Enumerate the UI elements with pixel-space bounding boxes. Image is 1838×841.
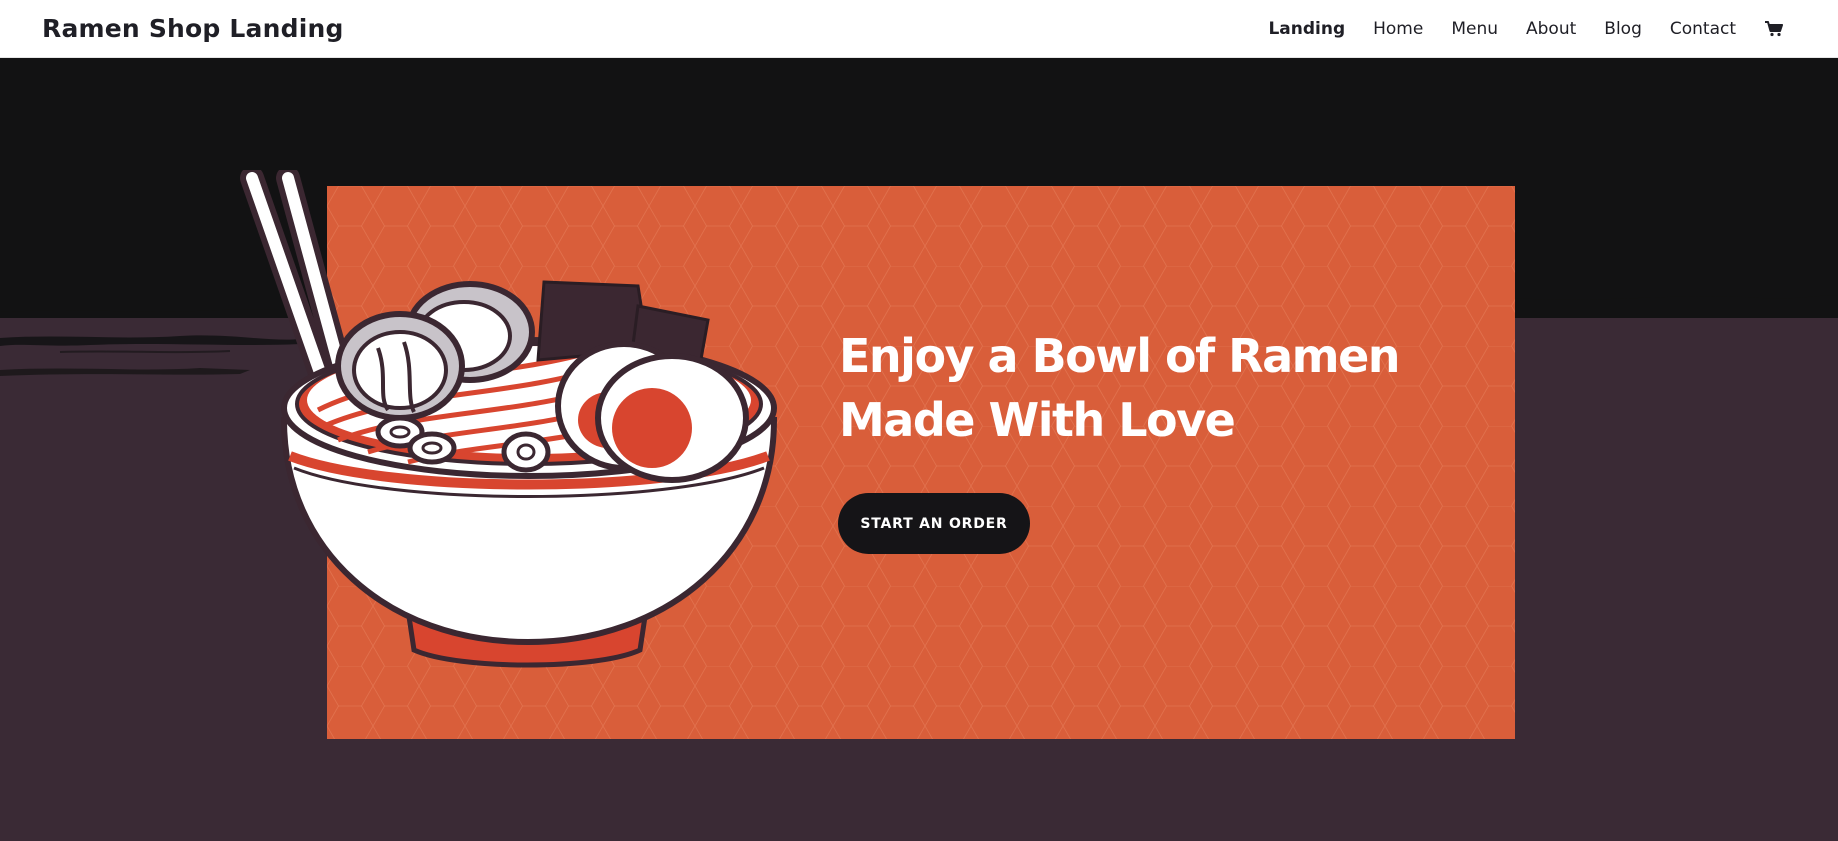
nav-home[interactable]: Home	[1373, 19, 1423, 39]
main-nav: Landing Home Menu About Blog Contact	[1268, 0, 1784, 58]
site-title[interactable]: Ramen Shop Landing	[42, 0, 344, 58]
nav-landing[interactable]: Landing	[1268, 19, 1345, 39]
hero-headline: Enjoy a Bowl of Ramen Made With Love	[839, 329, 1401, 447]
nav-blog[interactable]: Blog	[1604, 19, 1642, 39]
shopping-cart-icon[interactable]	[1764, 19, 1784, 39]
start-order-button[interactable]: START AN ORDER	[838, 493, 1030, 554]
ramen-bowl-illustration	[240, 170, 778, 668]
nav-contact[interactable]: Contact	[1670, 19, 1736, 39]
nav-menu[interactable]: Menu	[1451, 19, 1498, 39]
site-header: Ramen Shop Landing Landing Home Menu Abo…	[0, 0, 1838, 58]
chopsticks-icon	[240, 170, 356, 396]
nav-about[interactable]: About	[1526, 19, 1576, 39]
